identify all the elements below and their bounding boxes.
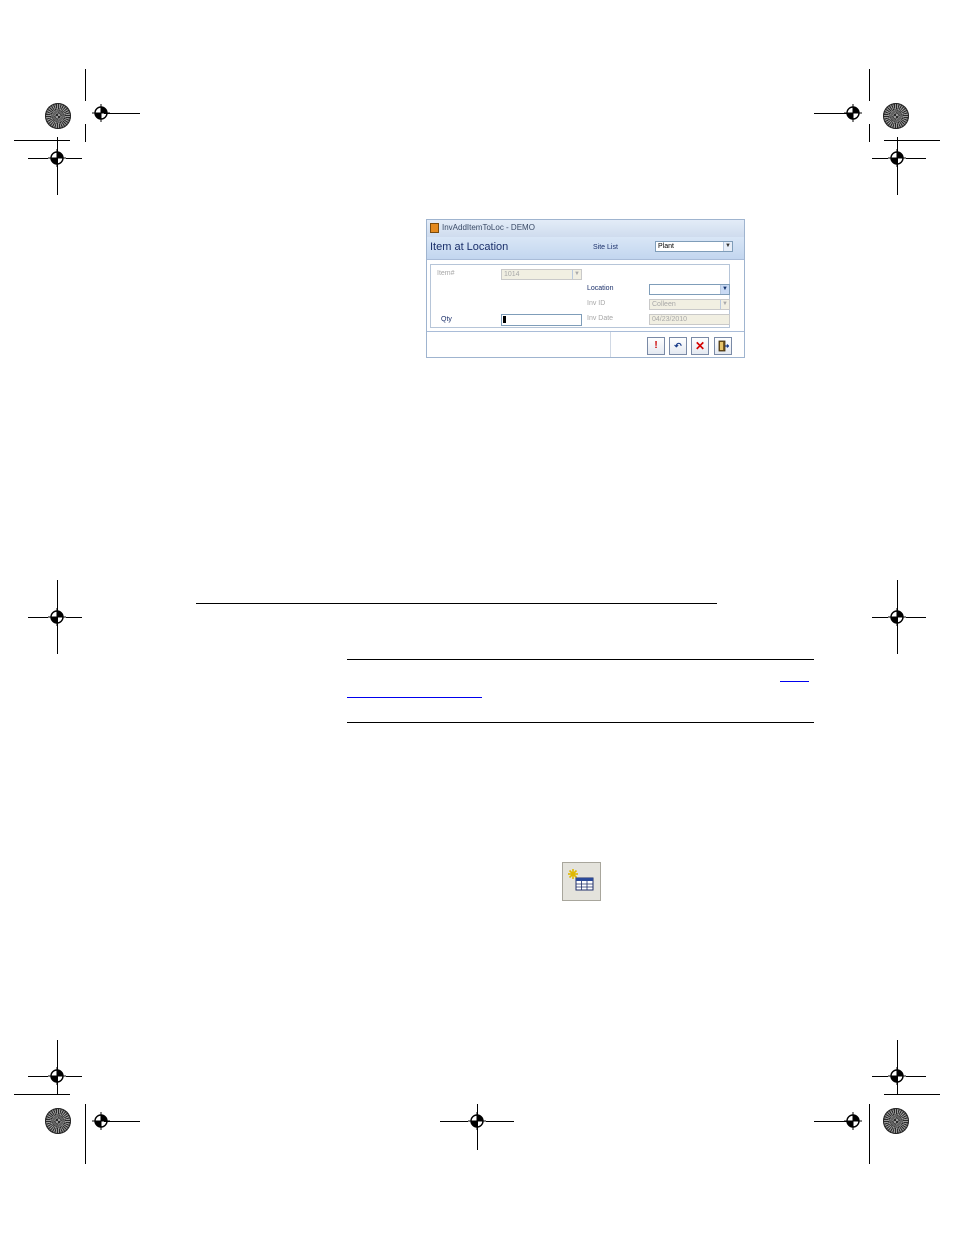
inv-id-select: Colleen ▼: [649, 299, 730, 310]
location-label: Location: [587, 285, 614, 292]
registration-star-icon: [45, 1108, 71, 1134]
cross-reference-link-line1[interactable]: [780, 681, 809, 682]
item-at-location-dialog: InvAddItemToLoc - DEMO Item at Location …: [426, 219, 745, 358]
qty-label: Qty: [441, 316, 452, 323]
registration-star-icon: [883, 103, 909, 129]
red-x-icon: ✕: [694, 339, 706, 353]
registration-target-icon: [48, 608, 66, 626]
item-label: Item#: [437, 270, 455, 277]
new-record-button[interactable]: [562, 862, 601, 901]
form-toolbar: ! ↶ ✕: [427, 331, 744, 357]
form-header: Item at Location Site List Plant ▼: [427, 237, 744, 260]
exclamation-icon: !: [654, 340, 658, 351]
text-caret: [503, 316, 506, 323]
chevron-down-icon: ▼: [720, 300, 729, 309]
registration-target-icon: [888, 608, 906, 626]
window-title: InvAddItemToLoc - DEMO: [442, 223, 535, 232]
location-select[interactable]: ▼: [649, 284, 730, 295]
registration-star-icon: [883, 1108, 909, 1134]
registration-target-icon: [888, 149, 906, 167]
registration-target-icon: [48, 1067, 66, 1085]
section-rule: [196, 603, 717, 604]
toolbar-separator: [610, 332, 611, 357]
site-list-label: Site List: [593, 244, 618, 251]
registration-star-icon: [45, 103, 71, 129]
item-value: 1014: [504, 271, 520, 278]
item-form-panel: Item# 1014 ▼ Location ▼ Inv ID Colleen ▼…: [430, 264, 730, 328]
inv-id-value: Colleen: [652, 301, 676, 308]
inv-date-value: 04/23/2010: [652, 316, 688, 323]
cross-reference-link-line2[interactable]: [347, 697, 482, 698]
registration-target-icon: [888, 1067, 906, 1085]
chevron-down-icon[interactable]: ▼: [720, 285, 729, 294]
registration-target-icon: [92, 104, 110, 122]
chevron-down-icon[interactable]: ▼: [723, 242, 732, 251]
chevron-down-icon: ▼: [572, 270, 581, 279]
new-grid-icon: [568, 869, 594, 891]
inv-id-label: Inv ID: [587, 300, 606, 307]
registration-target-icon: [844, 1112, 862, 1130]
site-list-select[interactable]: Plant ▼: [655, 241, 733, 252]
exit-button[interactable]: [714, 337, 732, 355]
registration-target-icon: [92, 1112, 110, 1130]
undo-button[interactable]: ↶: [669, 337, 687, 355]
qty-input[interactable]: [501, 314, 582, 326]
note-top-rule: [347, 659, 814, 660]
delete-button[interactable]: ✕: [691, 337, 709, 355]
registration-target-icon: [844, 104, 862, 122]
inv-date-field: 04/23/2010: [649, 314, 730, 325]
inv-date-label: Inv Date: [587, 315, 614, 322]
exit-door-icon: [718, 340, 730, 352]
item-select: 1014 ▼: [501, 269, 582, 280]
registration-target-icon: [48, 149, 66, 167]
form-heading: Item at Location: [430, 241, 509, 253]
registration-target-icon: [468, 1112, 486, 1130]
undo-icon: ↶: [674, 341, 682, 351]
save-button[interactable]: !: [647, 337, 665, 355]
note-bottom-rule: [347, 722, 814, 723]
app-icon: [430, 223, 439, 233]
site-list-value: Plant: [658, 243, 674, 250]
window-titlebar: InvAddItemToLoc - DEMO: [427, 220, 744, 237]
